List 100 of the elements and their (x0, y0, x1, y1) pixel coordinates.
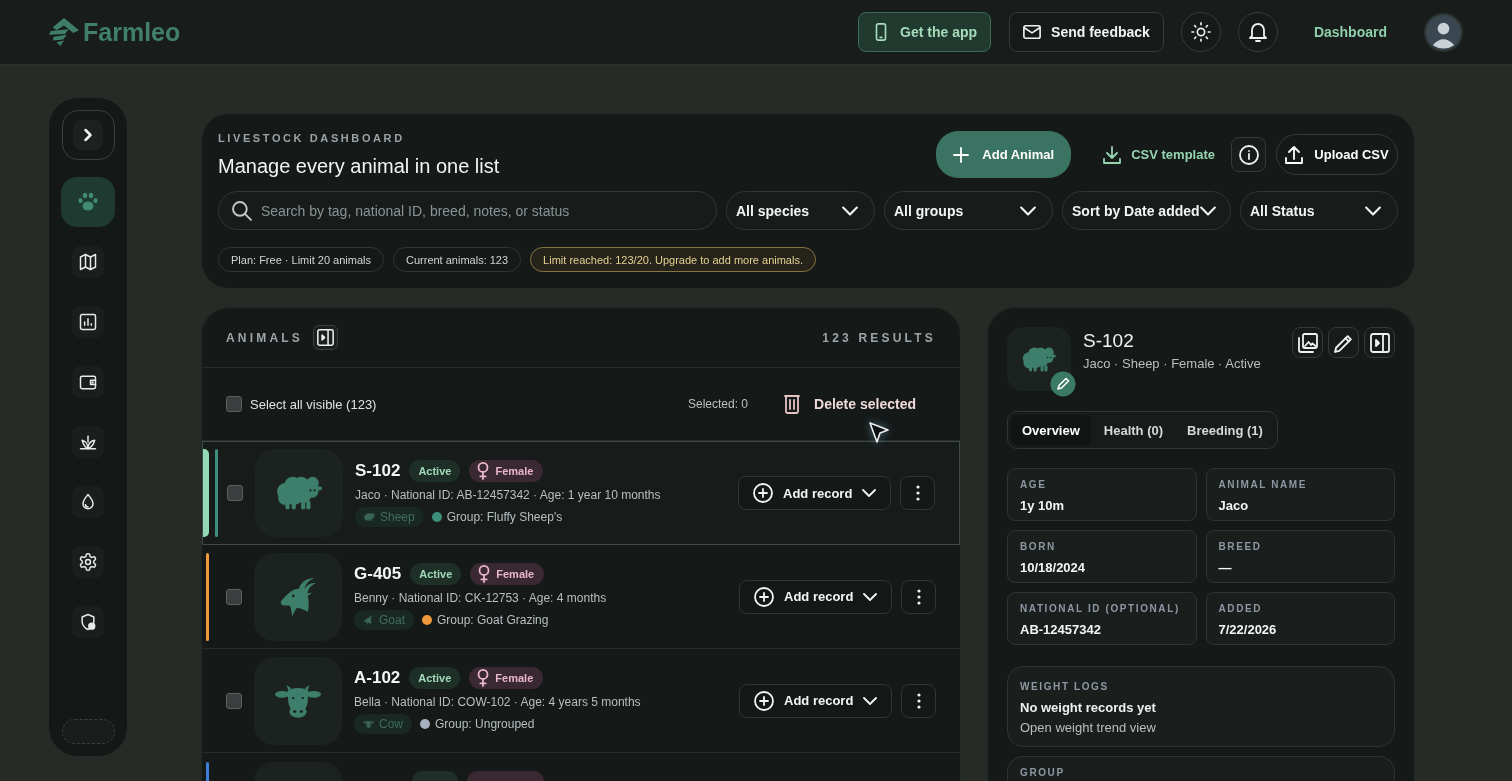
get-app-button[interactable]: Get the app (858, 12, 992, 52)
more-icon (916, 588, 921, 605)
group-dropdown[interactable]: All groups (884, 191, 1053, 230)
goat-icon (363, 615, 374, 625)
plus-circle-icon (753, 483, 773, 503)
plus-circle-icon (754, 586, 774, 607)
status-dropdown[interactable]: All Status (1240, 191, 1398, 230)
field-value: 1y 10m (1020, 498, 1066, 514)
field-value: Jaco (1218, 498, 1250, 514)
empty-slot (61, 719, 115, 744)
sun-icon (1190, 22, 1211, 42)
animal-row[interactable]: S-102 Active Female Jaco · National ID: AB-12457342 · Age: 1 year 10 months Sheep Group: Fluffy Sheep's Add record (202, 441, 960, 545)
species-label: Cow (379, 717, 403, 731)
add-record-button[interactable]: Add record (739, 579, 892, 614)
edit-button[interactable] (1328, 327, 1359, 358)
chevron-right-icon (73, 120, 103, 150)
sort-dropdown[interactable]: Sort by Date added (1062, 191, 1231, 230)
more-options-button[interactable] (901, 579, 936, 614)
detail-tab[interactable]: Health (0) (1092, 415, 1175, 445)
more-icon (916, 692, 921, 709)
animal-tag-id: S-102 (355, 460, 401, 481)
field-label: BORN (1020, 541, 1057, 553)
animal-row[interactable]: A-102 Active Female Bella · National ID: COW-102 · Age: 4 years 5 months Cow Group: Ungrouped Add record (202, 649, 960, 753)
animal-details: Jaco · National ID: AB-12457342 · Age: 1 year 10 months (355, 487, 662, 502)
row-checkbox[interactable] (226, 588, 242, 605)
animal-summary: Jaco · Sheep · Female · Active (1083, 356, 1261, 371)
add-record-button[interactable]: Add record (739, 683, 892, 718)
delete-selected-button[interactable]: Delete selected (774, 388, 924, 420)
dashboard-link[interactable]: Dashboard (1313, 24, 1387, 40)
female-symbol-icon (477, 669, 490, 687)
more-options-button[interactable] (900, 476, 935, 510)
animal-title: S-102 (1083, 329, 1135, 353)
detail-tab[interactable]: Overview (1011, 415, 1091, 445)
more-options-button[interactable] (901, 683, 936, 718)
row-checkbox[interactable] (226, 692, 242, 709)
cursor-icon (868, 421, 890, 445)
plus-circle-icon (754, 690, 774, 711)
send-feedback-button[interactable]: Send feedback (1009, 12, 1164, 52)
info-icon (1238, 144, 1259, 165)
theme-toggle-button[interactable] (1180, 12, 1221, 52)
more-icon (915, 485, 920, 501)
cow-icon (363, 719, 374, 729)
search-icon (232, 201, 252, 221)
select-all-checkbox[interactable] (226, 396, 242, 412)
sex-label: Female (495, 672, 534, 684)
species-dropdown[interactable]: All species (726, 191, 875, 230)
card-label: GROUP (1020, 767, 1066, 779)
download-icon (1103, 145, 1122, 164)
field-value: — (1218, 560, 1233, 576)
wallet-icon (72, 366, 104, 398)
species-label: Sheep (380, 509, 415, 524)
notifications-button[interactable] (1237, 12, 1278, 52)
plus-icon (953, 146, 970, 163)
weight-trend-link[interactable]: Open weight trend view (1020, 720, 1382, 736)
field-label: BREED (1218, 541, 1263, 553)
logo-icon (48, 17, 80, 47)
card-label: WEIGHT LOGS (1020, 681, 1110, 693)
sex-label: Female (495, 464, 534, 477)
side-panel-icon (317, 329, 335, 346)
animal-tag-id: G-405 (354, 564, 402, 584)
shield-user-icon (72, 606, 104, 638)
map-icon (72, 246, 104, 278)
bar-chart-icon (72, 306, 104, 338)
pencil-icon[interactable] (1050, 371, 1076, 397)
trash-icon (782, 394, 803, 414)
settings-icon (72, 546, 104, 578)
page-title: Manage every animal in one list (218, 153, 500, 178)
animal-row[interactable]: G-405 Active Female Benny · National ID: CK-12753 · Age: 4 months Goat Group: Goat Grazing Add record (202, 545, 960, 649)
warning-tag: Limit reached: 123/20. Upgrade to add more animals. (530, 247, 816, 272)
female-symbol-icon (478, 565, 491, 583)
water-drop-icon (72, 486, 104, 518)
group-label: Group: Fluffy Sheep's (446, 509, 563, 524)
csv-template-button[interactable]: CSV template (1093, 136, 1227, 173)
row-checkbox[interactable] (227, 485, 243, 501)
selected-count: Selected: 0 (688, 397, 749, 411)
group-label: Group: Goat Grazing (437, 613, 549, 627)
add-record-button[interactable]: Add record (738, 476, 891, 510)
sheep-icon (364, 511, 375, 522)
collapse-panel-button[interactable] (1364, 327, 1395, 358)
gallery-button[interactable] (1292, 327, 1323, 358)
chevron-down-icon (862, 486, 877, 500)
field-label: NATIONAL ID (OPTIONAL) (1020, 603, 1181, 615)
search-field[interactable]: Search by tag, national ID, breed, notes, or status (218, 191, 717, 230)
detail-tab[interactable]: Breeding (1) (1176, 415, 1274, 445)
avatar-icon[interactable] (1424, 12, 1463, 52)
status-badge: Active (409, 459, 461, 482)
results-count: 123 RESULTS (822, 330, 936, 345)
upload-csv-button[interactable]: Upload CSV (1276, 134, 1398, 175)
field-value: AB-12457342 (1020, 622, 1102, 638)
species-label: Goat (379, 613, 405, 627)
status-badge: Active (409, 667, 461, 689)
animal-details: Benny · National ID: CK-12753 · Age: 4 months (354, 591, 608, 605)
info-button[interactable] (1231, 137, 1266, 172)
empty-message: No weight records yet (1020, 700, 1157, 716)
add-animal-button[interactable]: Add Animal (936, 131, 1072, 178)
group-label: Group: Ungrouped (435, 717, 535, 731)
collapse-list-button[interactable] (313, 325, 339, 350)
animal-tag-id: A-102 (354, 668, 401, 688)
status-badge: Active (410, 563, 462, 585)
upload-icon (1285, 145, 1304, 164)
